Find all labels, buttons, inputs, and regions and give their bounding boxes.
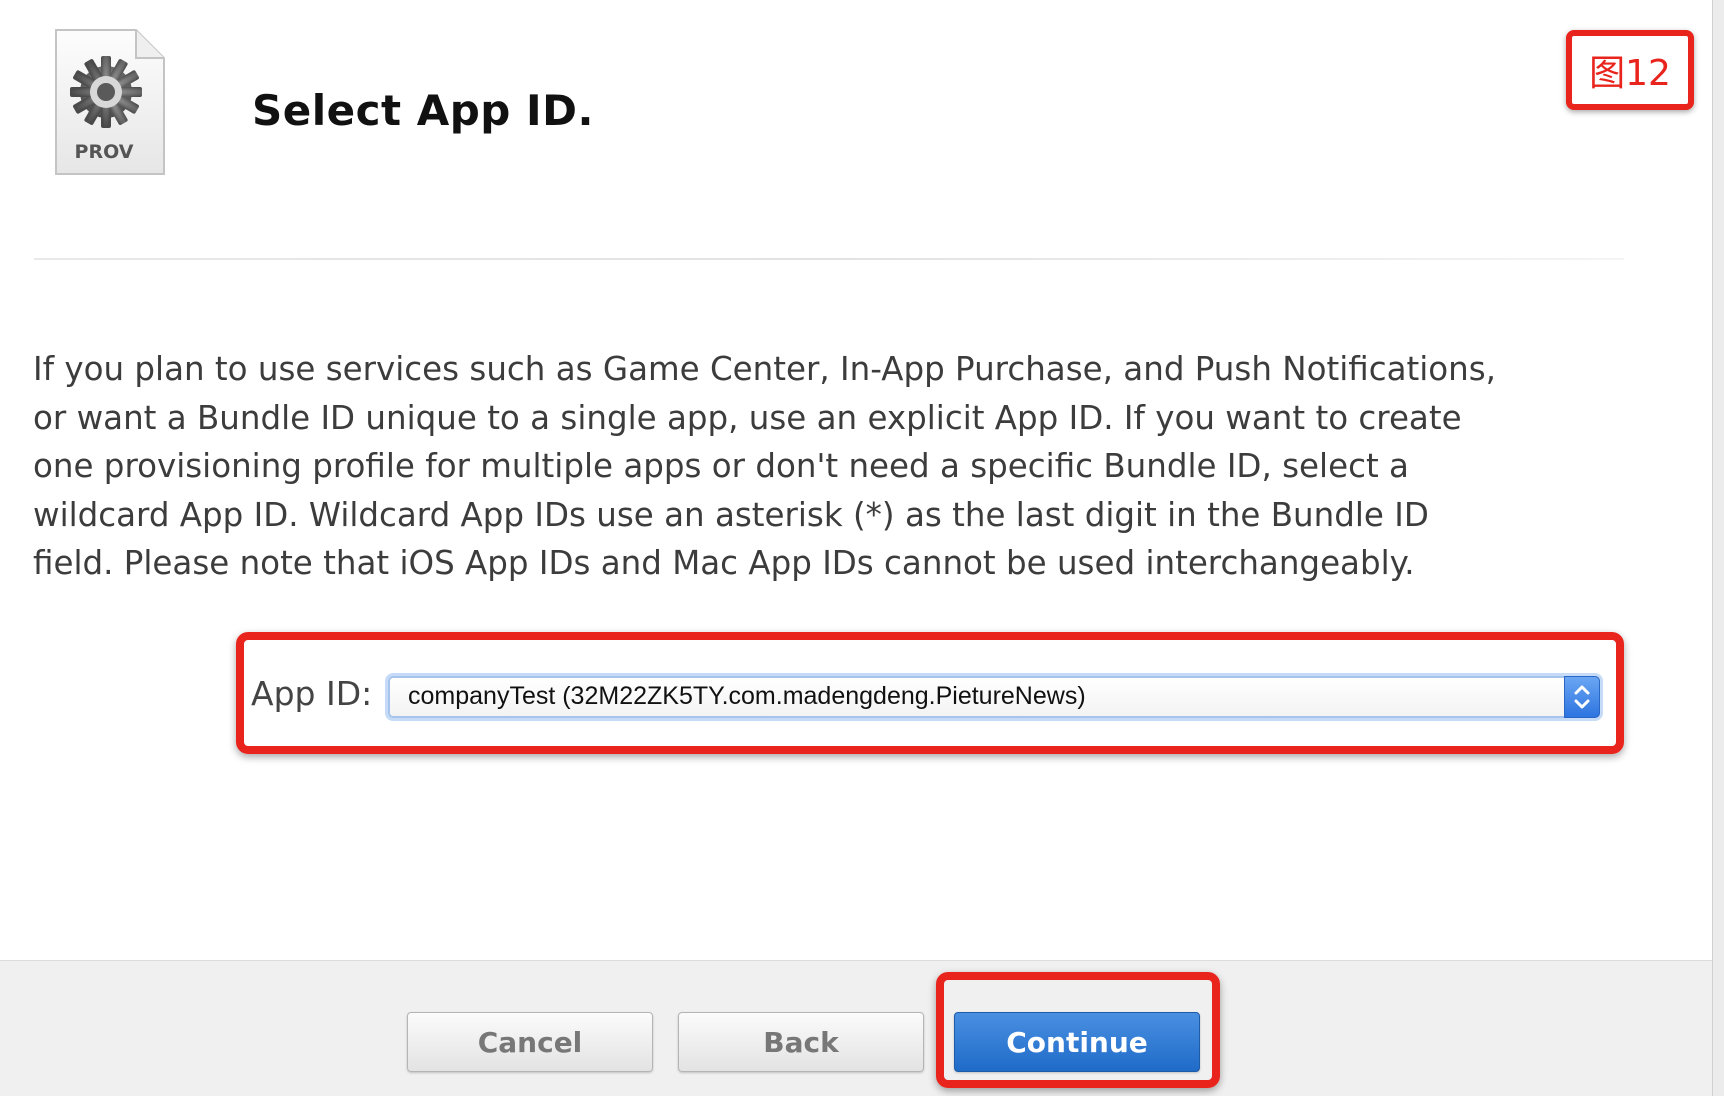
app-id-select[interactable]: companyTest (32M22ZK5TY.com.madengdeng.P… [388, 676, 1600, 718]
continue-highlight-annotation [936, 972, 1220, 1088]
select-app-id-page: PROV Select App ID. 图12 If you plan to u… [0, 0, 1724, 1096]
figure-annotation-box: 图12 [1566, 30, 1694, 110]
figure-annotation-label: 图12 [1589, 53, 1671, 94]
cancel-button[interactable]: Cancel [407, 1012, 653, 1072]
up-down-chevron-icon[interactable] [1564, 676, 1600, 718]
prov-icon-label: PROV [75, 141, 134, 163]
header-divider [34, 258, 1624, 260]
page-title: Select App ID. [252, 86, 594, 135]
description-text: If you plan to use services such as Game… [33, 350, 1497, 582]
back-button[interactable]: Back [678, 1012, 924, 1072]
window-edge [1712, 0, 1724, 1096]
app-id-label: App ID: [251, 674, 373, 713]
cancel-button-label: Cancel [477, 1025, 583, 1059]
provisioning-profile-file-icon: PROV [52, 28, 168, 176]
app-id-selected-value: companyTest (32M22ZK5TY.com.madengdeng.P… [408, 682, 1086, 710]
back-button-label: Back [763, 1025, 839, 1059]
